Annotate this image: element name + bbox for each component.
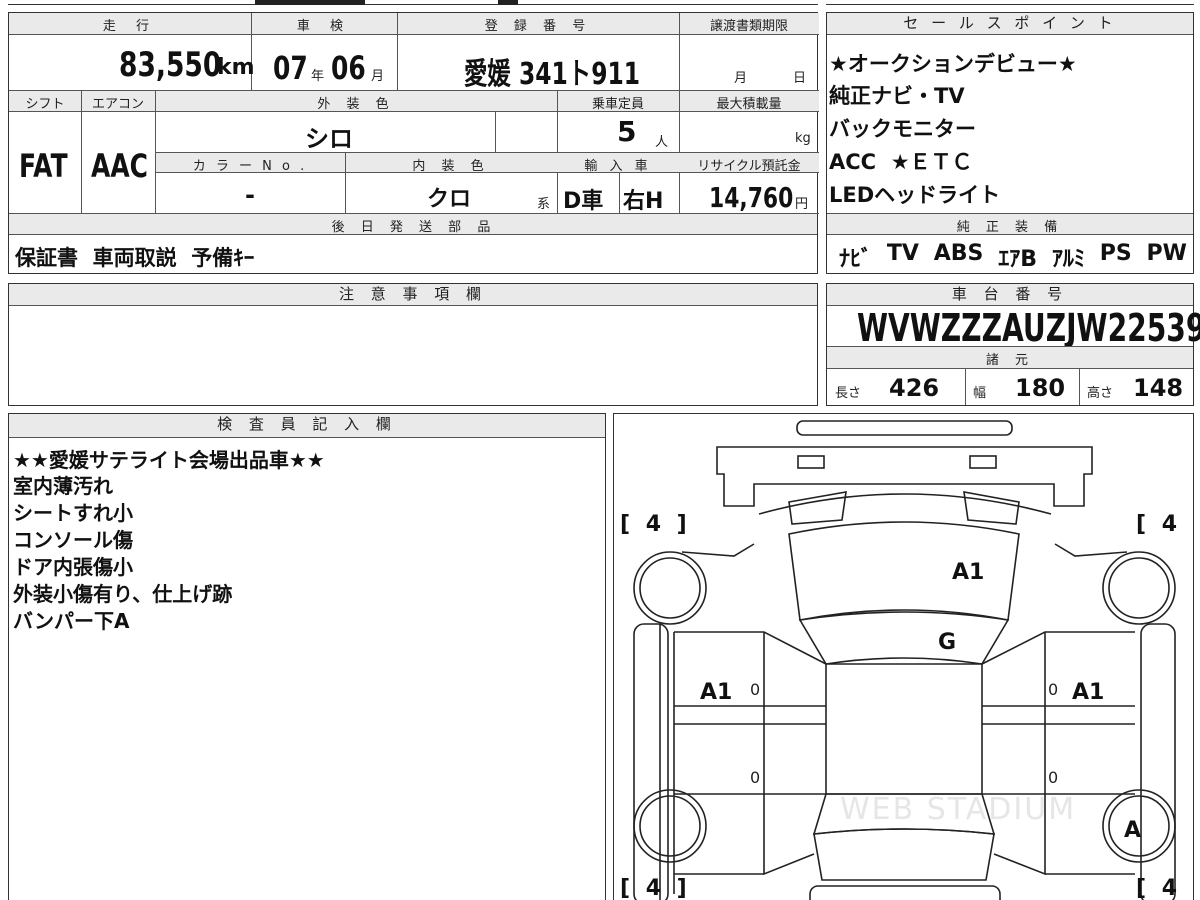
- exterior-color-value: シロ: [305, 125, 353, 153]
- interior-color-suffix: 系: [537, 197, 551, 212]
- ac-value: AAC: [91, 147, 148, 185]
- notes-label: 注 意 事 項 欄: [9, 284, 817, 306]
- sales-points-label: セ ー ル ス ポ イ ン ト: [827, 13, 1193, 35]
- equipment-item: PW: [1146, 241, 1187, 266]
- shaken-month: 06: [331, 49, 366, 87]
- interior-color-label: 内 装 色: [412, 159, 490, 174]
- shaken-year-unit: 年: [311, 69, 325, 84]
- inspector-line-5: ドア内張傷小: [13, 555, 133, 579]
- max-load-unit: kg: [795, 131, 811, 146]
- registration-value: 愛媛 341ト911: [464, 57, 641, 92]
- shift-label: シフト: [25, 97, 65, 112]
- equipment-item: PS: [1099, 241, 1132, 266]
- registration-label: 登 録 番 号: [484, 19, 592, 34]
- inspector-line-4: コンソール傷: [13, 528, 133, 552]
- equipment-list: ﾅﾋﾞ TV ABS ｴｱB ｱﾙﾐ PS PW: [839, 241, 1187, 273]
- length-label: 長さ: [835, 386, 862, 401]
- tire-rear-right-label: [ 4 ]: [1136, 876, 1193, 900]
- chassis-box: 車 台 番 号 WVWZZZAUZJW225396 諸 元 長さ 426 幅 1…: [826, 283, 1200, 406]
- height-label: 高さ: [1087, 386, 1114, 401]
- chassis-label: 車 台 番 号: [827, 284, 1193, 306]
- windshield-damage-code: G: [938, 630, 957, 655]
- later-parts-label: 後 日 発 送 部 品: [331, 220, 497, 235]
- sales-line-4: ACC ★ＥＴＣ: [829, 150, 973, 174]
- shaken-label: 車 検: [296, 19, 352, 34]
- left-rear-door-zero: 0: [750, 768, 761, 787]
- capacity-label: 乗車定員: [591, 97, 644, 112]
- inspector-line-1: ★★愛媛サテライト会場出品車★★: [13, 448, 325, 472]
- left-door-damage-code: A1: [700, 680, 733, 705]
- import-handle: 右H: [623, 189, 664, 214]
- max-load-label: 最大積載量: [716, 97, 782, 112]
- width-value: 180: [1015, 374, 1066, 402]
- shaken-month-unit: 月: [371, 69, 385, 84]
- width-label: 幅: [973, 386, 987, 401]
- shift-value: FAT: [19, 147, 68, 185]
- right-door-damage-code: A1: [1072, 680, 1105, 705]
- car-diagram: [633, 420, 1176, 900]
- capacity-value: 5: [617, 115, 637, 148]
- length-value: 426: [889, 374, 940, 402]
- mileage-unit: km: [217, 55, 255, 80]
- later-parts-value: 保証書 車両取説 予備ｷｰ: [15, 246, 255, 270]
- inspector-label: 検 査 員 記 入 欄: [9, 414, 605, 438]
- capacity-unit: 人: [655, 135, 669, 150]
- import-drive: D車: [563, 189, 604, 214]
- tire-front-right-label: [ 4 ]: [1136, 512, 1193, 537]
- color-no-label: カ ラ ー N o .: [192, 159, 308, 174]
- inspector-line-7: バンパー下A: [13, 609, 130, 633]
- vehicle-info-table: 走 行 車 検 登 録 番 号 譲渡書類期限 83,550 km 07 年 06…: [8, 12, 819, 274]
- interior-color-value: クロ: [427, 187, 472, 212]
- inspector-line-3: シートすれ小: [13, 501, 133, 525]
- inspector-box: 検 査 員 記 入 欄 ★★愛媛サテライト会場出品車★★ 室内薄汚れ シートすれ…: [8, 413, 606, 900]
- inspector-line-6: 外装小傷有り、仕上げ跡: [13, 582, 233, 606]
- tire-rear-left-label: [ 4 ]: [620, 876, 691, 900]
- vin-value: WVWZZZAUZJW225396: [857, 306, 1200, 350]
- transfer-month: 月: [734, 71, 748, 86]
- equipment-item: ABS: [933, 241, 984, 266]
- watermark: WEB STADIUM: [840, 792, 1077, 827]
- equipment-item: ｴｱB: [998, 247, 1038, 272]
- sales-line-2: 純正ナビ・TV: [829, 84, 965, 108]
- import-label: 輸 入 車: [584, 159, 652, 174]
- right-front-door-zero: 0: [1048, 680, 1059, 699]
- equipment-item: ﾅﾋﾞ: [839, 247, 873, 272]
- tire-front-left-label: [ 4 ]: [620, 512, 691, 537]
- car-diagram-box: [ 4 ] [ 4 ] [ 4 ] [ 4 ] A1 G A1 A1 0 0 0…: [613, 413, 1194, 900]
- equipment-item: ｱﾙﾐ: [1051, 247, 1085, 272]
- ac-label: エアコン: [91, 97, 144, 112]
- spec-label: 諸 元: [985, 353, 1035, 368]
- inspector-line-2: 室内薄汚れ: [13, 474, 113, 498]
- transfer-deadline-label: 譲渡書類期限: [709, 19, 788, 34]
- sales-line-1: ★オークションデビュー★: [829, 52, 1077, 76]
- rear-right-wheel-damage-code: A: [1124, 818, 1142, 843]
- color-no-value: -: [245, 181, 255, 209]
- sales-line-3: バックモニター: [829, 117, 976, 141]
- mileage-label: 走 行: [102, 19, 158, 34]
- height-value: 148: [1133, 374, 1184, 402]
- sales-line-5: LEDヘッドライト: [829, 183, 1001, 207]
- recycle-unit: 円: [795, 197, 809, 212]
- right-rear-door-zero: 0: [1048, 768, 1059, 787]
- equipment-label: 純 正 装 備: [956, 220, 1064, 235]
- recycle-label: リサイクル預託金: [697, 159, 801, 174]
- left-front-door-zero: 0: [750, 680, 761, 699]
- sales-points-box: セ ー ル ス ポ イ ン ト ★オークションデビュー★ 純正ナビ・TV バック…: [826, 12, 1194, 274]
- top-cutoff-strip: [0, 0, 1200, 7]
- exterior-color-label: 外 装 色: [317, 97, 395, 112]
- notes-box: 注 意 事 項 欄: [8, 283, 818, 406]
- equipment-item: TV: [886, 241, 919, 266]
- hood-damage-code: A1: [952, 560, 985, 585]
- transfer-day: 日: [793, 71, 807, 86]
